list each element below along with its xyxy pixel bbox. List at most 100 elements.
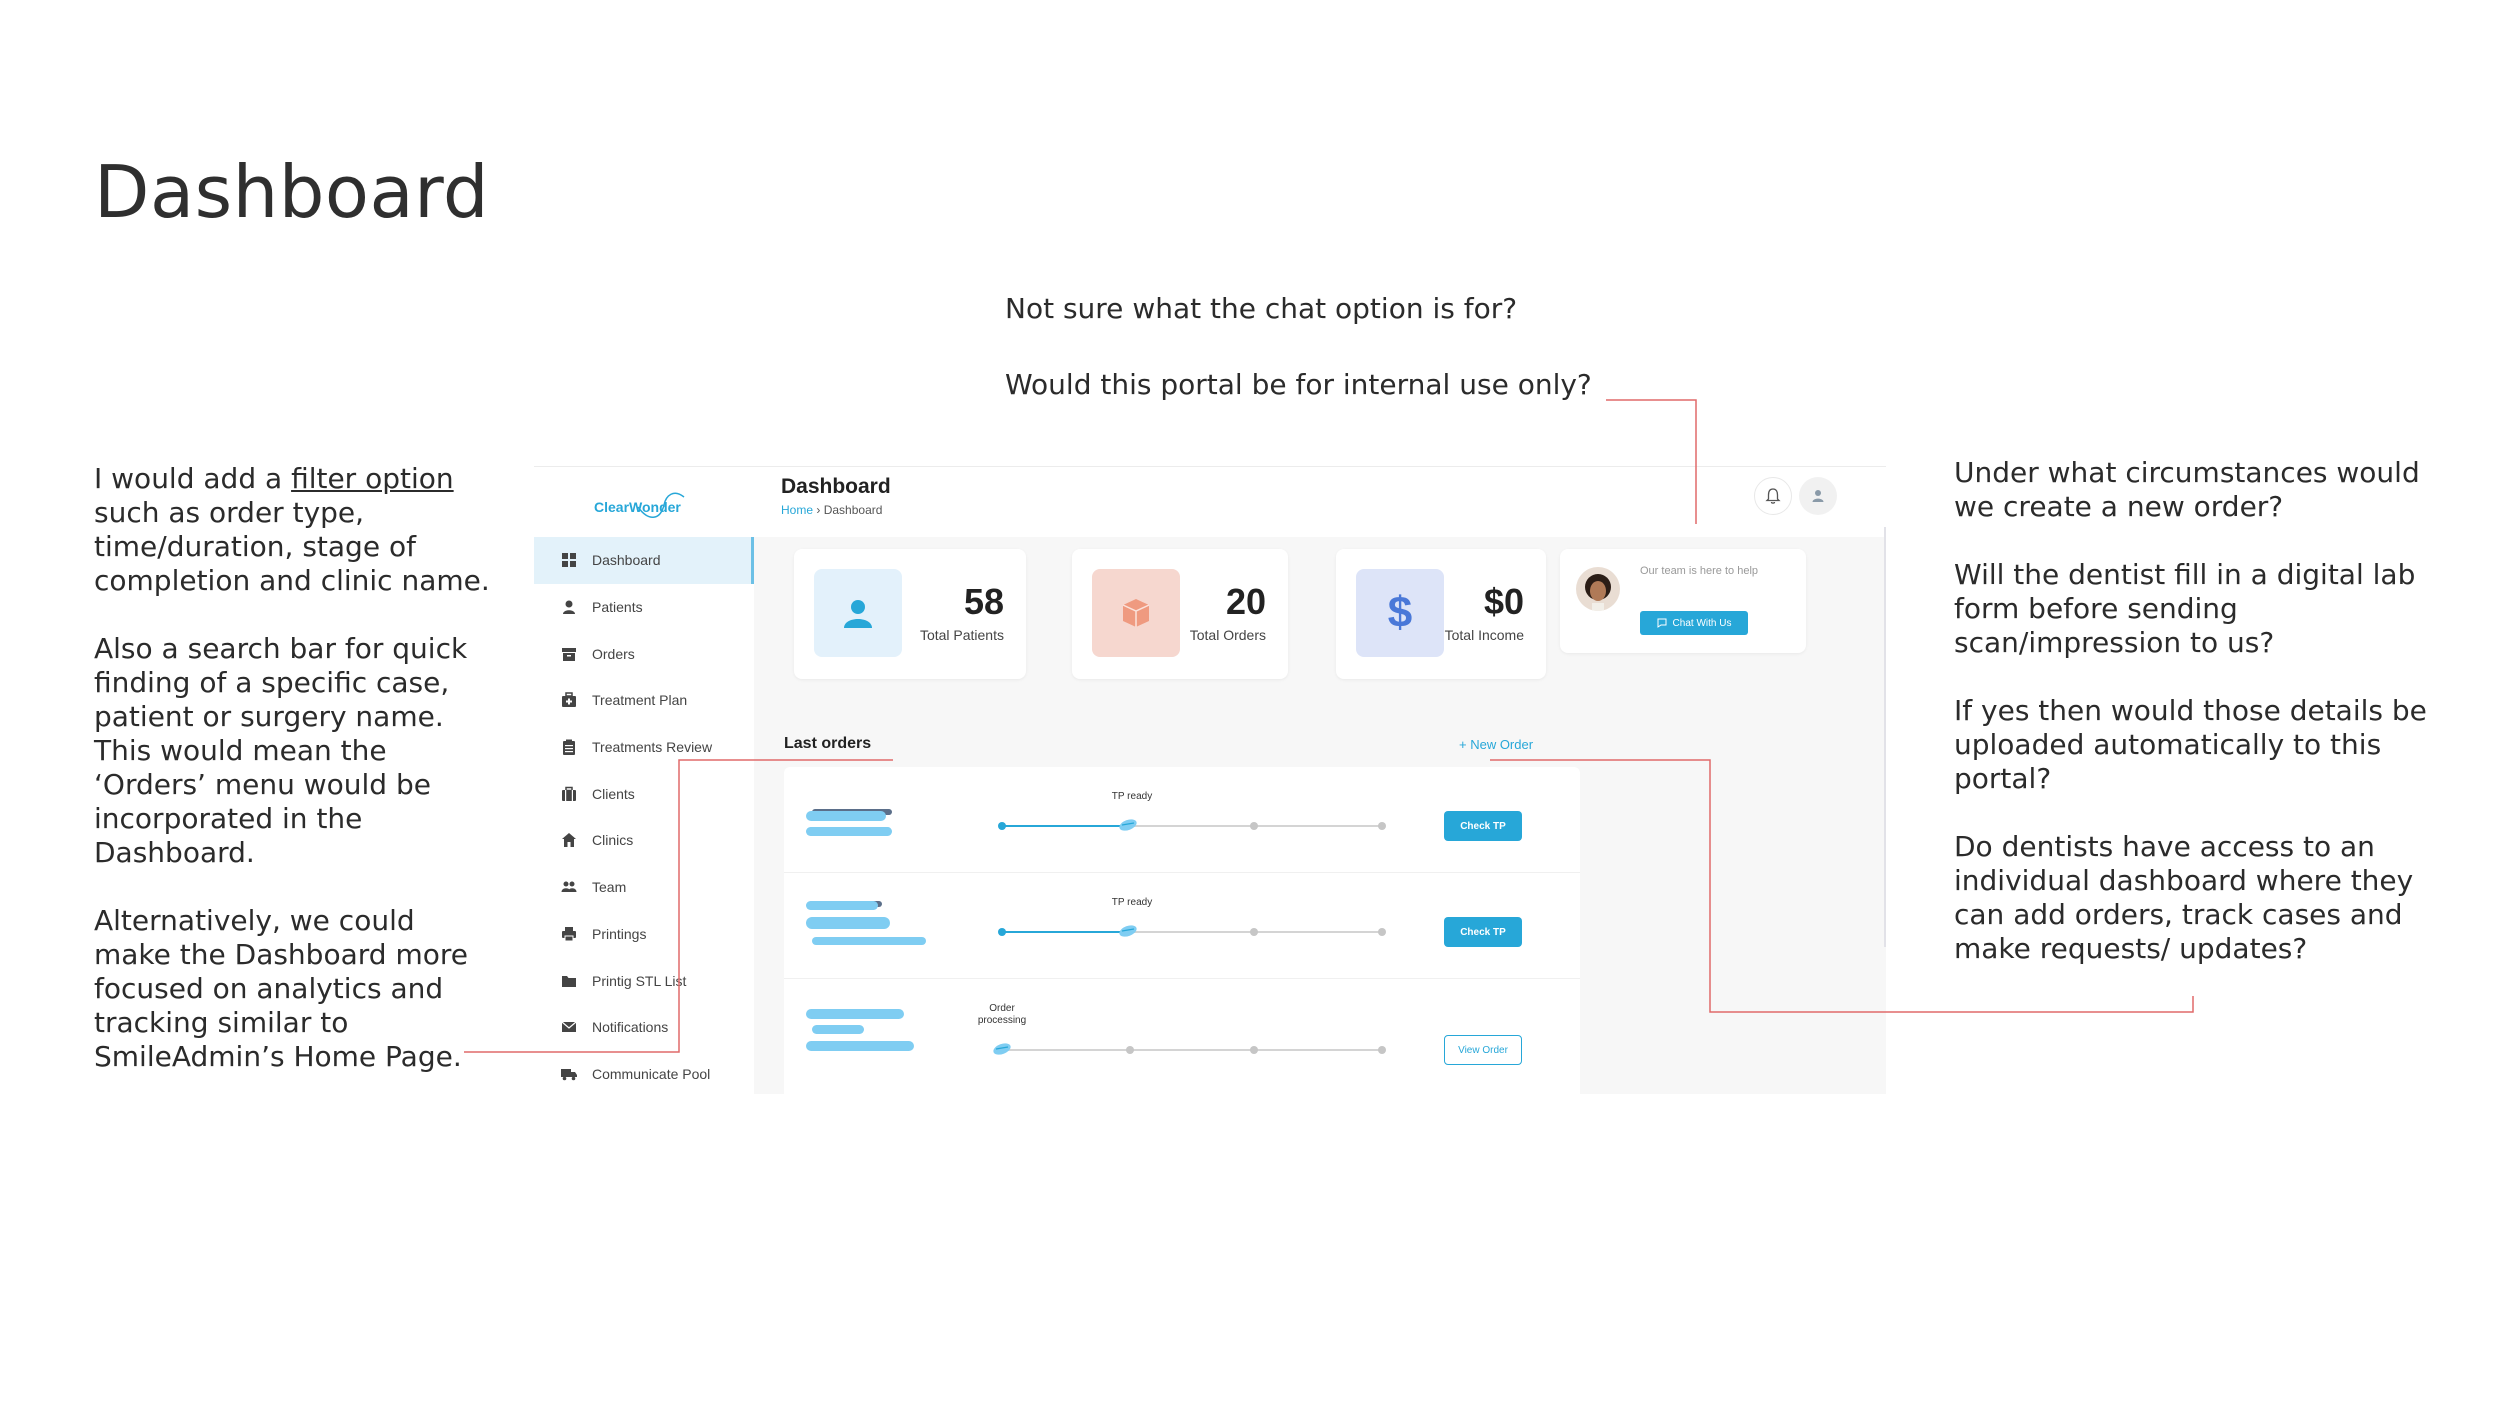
redacted-detail bbox=[806, 1041, 914, 1051]
progress-step bbox=[998, 928, 1006, 936]
notifications-button[interactable] bbox=[1754, 477, 1792, 515]
stat-icon-box bbox=[1092, 569, 1180, 657]
redacted-detail bbox=[806, 917, 890, 929]
order-row[interactable]: TP ready Check TP bbox=[784, 767, 1580, 873]
breadcrumb-home-link[interactable]: Home bbox=[781, 503, 813, 517]
mail-icon bbox=[560, 1018, 578, 1036]
app-screenshot: ClearWonder Dashboard Patients Orders Tr… bbox=[534, 466, 1886, 1094]
printer-icon bbox=[560, 925, 578, 943]
redacted-name bbox=[806, 811, 886, 821]
search-bar-note: Also a search bar for quick finding of a… bbox=[94, 632, 468, 869]
new-order-question: Under what circumstances would we create… bbox=[1954, 456, 2420, 523]
internal-use-question: Would this portal be for internal use on… bbox=[1005, 368, 1592, 401]
progress-step bbox=[1378, 1046, 1386, 1054]
progress-fill bbox=[1002, 931, 1128, 933]
sidebar-item-label: Treatments Review bbox=[592, 739, 713, 756]
progress-step bbox=[1250, 1046, 1258, 1054]
user-icon bbox=[1812, 490, 1824, 502]
sidebar-item-label: Team bbox=[592, 879, 627, 896]
chat-card: Our team is here to help Chat With Us bbox=[1560, 549, 1806, 653]
left-annotation: I would add a filter option such as orde… bbox=[94, 462, 494, 1074]
chat-help-text: Our team is here to help bbox=[1640, 565, 1759, 577]
orders-list: TP ready Check TP TP ready Check TP Orde… bbox=[784, 767, 1580, 1094]
right-annotation: Under what circumstances would we create… bbox=[1954, 456, 2434, 966]
progress-step bbox=[1250, 928, 1258, 936]
sidebar-item-patients[interactable]: Patients bbox=[534, 584, 754, 631]
dollar-icon: $ bbox=[1387, 588, 1413, 637]
upload-question: If yes then would those details be uploa… bbox=[1954, 694, 2427, 795]
view-order-button[interactable]: View Order bbox=[1444, 1035, 1522, 1065]
user-menu-button[interactable] bbox=[1799, 477, 1837, 515]
slide-title: Dashboard bbox=[94, 150, 490, 234]
breadcrumb-current: Dashboard bbox=[823, 503, 883, 517]
stat-card-patients[interactable]: 58 Total Patients bbox=[794, 549, 1026, 679]
scrollbar[interactable] bbox=[1884, 527, 1886, 947]
sidebar-item-label: Notifications bbox=[592, 1019, 669, 1036]
main-content: Dashboard Home › Dashboard 58 Total Pati… bbox=[754, 467, 1886, 1094]
chat-bubble-icon bbox=[1657, 618, 1667, 628]
stat-value: 20 bbox=[1225, 581, 1266, 622]
page-title: Dashboard bbox=[781, 475, 891, 498]
grid-icon bbox=[560, 551, 578, 569]
sidebar-item-treatment-plan[interactable]: Treatment Plan bbox=[534, 677, 754, 724]
redacted-detail bbox=[806, 827, 892, 836]
stage-label: Order processing bbox=[977, 1003, 1027, 1026]
sidebar-item-dashboard[interactable]: Dashboard bbox=[534, 537, 754, 584]
sidebar-item-clinics[interactable]: Clinics bbox=[534, 817, 754, 864]
lab-form-question: Will the dentist fill in a digital lab f… bbox=[1954, 558, 2416, 659]
sidebar-item-printings[interactable]: Printings bbox=[534, 911, 754, 958]
stat-label: Total Patients bbox=[919, 627, 1004, 643]
redacted-name bbox=[812, 1025, 864, 1034]
chat-with-us-button[interactable]: Chat With Us bbox=[1640, 611, 1748, 635]
order-row[interactable]: TP ready Check TP bbox=[784, 873, 1580, 979]
stat-card-income[interactable]: $ $0 Total Income bbox=[1336, 549, 1546, 679]
app-header: Dashboard Home › Dashboard bbox=[754, 467, 1886, 537]
sidebar-item-notifications[interactable]: Notifications bbox=[534, 1004, 754, 1051]
sidebar-item-clients[interactable]: Clients bbox=[534, 770, 754, 817]
team-icon bbox=[560, 878, 578, 896]
check-tp-button[interactable]: Check TP bbox=[1444, 917, 1522, 947]
sidebar-item-label: Clients bbox=[592, 785, 635, 802]
truck-icon bbox=[560, 1065, 578, 1083]
sidebar-item-communicate-pool[interactable]: Communicate Pool bbox=[534, 1051, 754, 1094]
sidebar-item-label: Treatment Plan bbox=[592, 692, 688, 709]
top-annotation: Not sure what the chat option is for? Wo… bbox=[1005, 292, 1645, 402]
sidebar-item-printig-stl-list[interactable]: Printig STL List bbox=[534, 957, 754, 1004]
aligner-icon bbox=[993, 1043, 1011, 1055]
progress-step bbox=[1378, 928, 1386, 936]
brand-logo[interactable]: ClearWonder bbox=[594, 487, 704, 527]
sidebar-item-label: Dashboard bbox=[592, 552, 661, 569]
sidebar-item-orders[interactable]: Orders bbox=[534, 630, 754, 677]
progress-step bbox=[1126, 1046, 1134, 1054]
stage-label: TP ready bbox=[1111, 791, 1153, 802]
analytics-note: Alternatively, we could make the Dashboa… bbox=[94, 904, 468, 1073]
sidebar-item-label: Patients bbox=[592, 599, 643, 616]
sidebar-item-label: Clinics bbox=[592, 832, 634, 849]
stat-card-orders[interactable]: 20 Total Orders bbox=[1072, 549, 1288, 679]
clipboard-icon bbox=[560, 738, 578, 756]
progress-step bbox=[998, 822, 1006, 830]
aligner-icon bbox=[1119, 819, 1137, 831]
redacted-name bbox=[806, 901, 878, 910]
progress-fill bbox=[1002, 825, 1128, 827]
person-icon bbox=[560, 598, 578, 616]
new-order-link[interactable]: + New Order bbox=[1459, 737, 1533, 752]
chat-button-label: Chat With Us bbox=[1672, 617, 1732, 629]
sidebar-nav: Dashboard Patients Orders Treatment Plan… bbox=[534, 537, 754, 1094]
sidebar-item-treatments-review[interactable]: Treatments Review bbox=[534, 724, 754, 771]
check-tp-button[interactable]: Check TP bbox=[1444, 811, 1522, 841]
filter-note: I would add a filter option such as orde… bbox=[94, 462, 494, 598]
filter-option-link: filter option bbox=[291, 462, 454, 495]
person-icon bbox=[844, 600, 872, 628]
medical-case-icon bbox=[560, 691, 578, 709]
order-row[interactable]: Order processing View Order bbox=[784, 979, 1580, 1085]
progress-track bbox=[1002, 1049, 1382, 1051]
box-icon bbox=[1122, 599, 1150, 627]
sidebar-item-label: Orders bbox=[592, 645, 635, 662]
sidebar-item-team[interactable]: Team bbox=[534, 864, 754, 911]
progress-step bbox=[1378, 822, 1386, 830]
stat-icon-box: $ bbox=[1356, 569, 1444, 657]
stat-value: $0 bbox=[1483, 581, 1524, 622]
stat-label: Total Income bbox=[1444, 627, 1524, 643]
archive-icon bbox=[560, 645, 578, 663]
